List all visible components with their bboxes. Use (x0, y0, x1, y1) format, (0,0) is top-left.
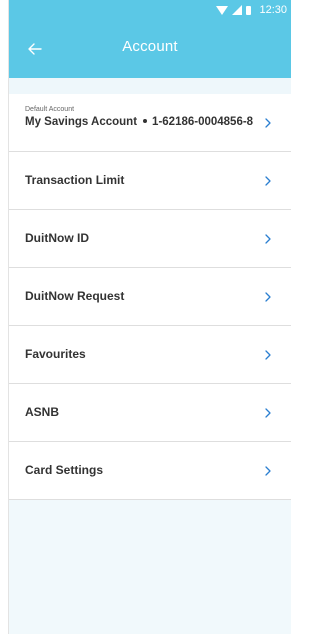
chevron-right-icon (265, 292, 271, 302)
default-account-caption: Default Account (25, 106, 75, 113)
app-frame: 12:30 Account Default Account My Savings… (8, 0, 291, 634)
status-icons: 12:30 (216, 3, 287, 17)
menu-item-duitnow-request[interactable]: DuitNow Request (9, 268, 291, 326)
menu-item-label: Transaction Limit (25, 173, 125, 187)
menu-item-transaction-limit[interactable]: Transaction Limit (9, 152, 291, 210)
menu-item-label: Favourites (25, 347, 86, 361)
separator-dot (143, 118, 148, 123)
menu-item-label: ASNB (25, 405, 60, 419)
status-bar: 12:30 (9, 0, 291, 20)
account-name: My Savings Account (25, 116, 138, 128)
signal-icon (232, 5, 243, 15)
page-title: Account (122, 38, 178, 55)
chevron-right-icon (265, 118, 271, 128)
menu-item-favourites[interactable]: Favourites (9, 326, 291, 384)
chevron-right-icon (265, 350, 271, 360)
menu-item-card-settings[interactable]: Card Settings (9, 442, 291, 500)
chevron-right-icon (265, 234, 271, 244)
settings-list: Default Account My Savings Account 1-6218… (9, 78, 291, 500)
default-account-row[interactable]: Default Account My Savings Account 1-6218… (9, 94, 291, 152)
status-time: 12:30 (259, 4, 287, 16)
chevron-right-icon (265, 176, 271, 186)
menu-item-label: DuitNow ID (25, 231, 89, 245)
menu-item-asnb[interactable]: ASNB (9, 384, 291, 442)
chevron-right-icon (265, 408, 271, 418)
default-account-details: My Savings Account 1-62186-0004856-8 (25, 116, 253, 128)
chevron-right-icon (265, 466, 271, 476)
menu-item-label: Card Settings (25, 463, 104, 477)
battery-icon (246, 5, 252, 15)
list-spacer (9, 78, 291, 94)
menu-item-duitnow-id[interactable]: DuitNow ID (9, 210, 291, 268)
app-bar: Account (9, 20, 291, 78)
account-number: 1-62186-0004856-8 (152, 116, 254, 128)
wifi-icon (216, 5, 229, 15)
menu-item-label: DuitNow Request (25, 289, 125, 303)
